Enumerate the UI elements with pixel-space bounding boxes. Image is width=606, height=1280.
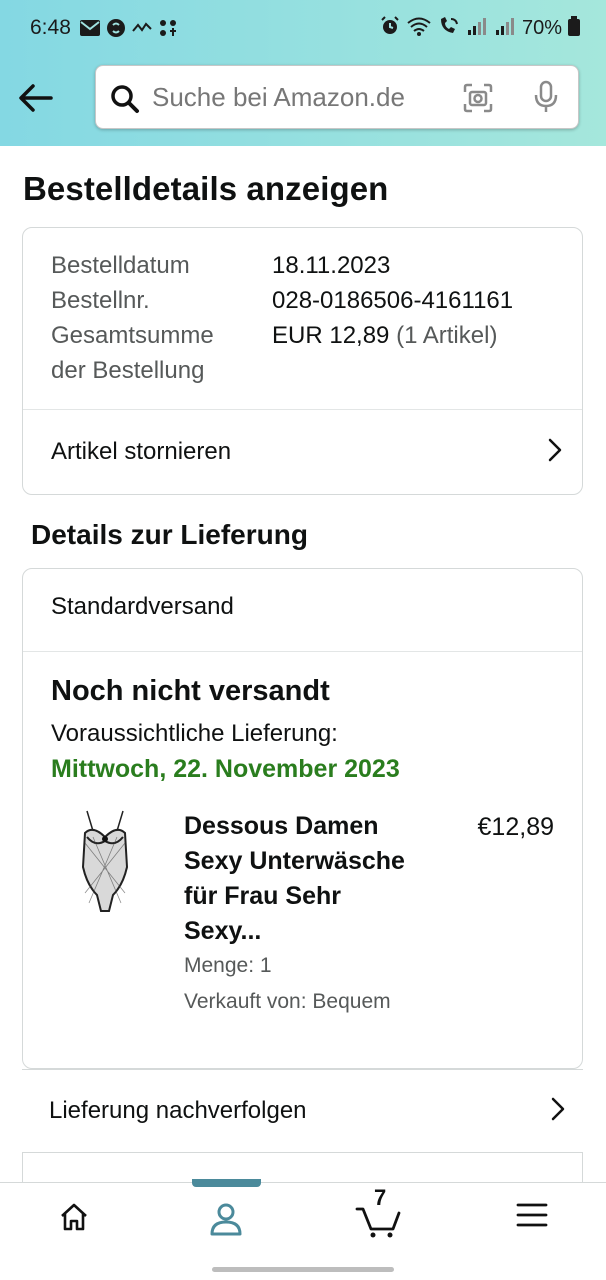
product-title-link[interactable]: Dessous Damen Sexy Unterwäsche für Frau … [184, 809, 424, 949]
battery-icon [568, 16, 580, 41]
nav-menu[interactable] [502, 1201, 562, 1241]
next-row-peek [22, 1153, 583, 1183]
shipping-method: Standardversand [51, 593, 234, 620]
apps-dots-icon [158, 18, 178, 43]
chevron-right-icon [548, 438, 562, 467]
order-total-value: EUR 12,89 (1 Artikel) [272, 318, 497, 353]
mail-icon [80, 20, 100, 41]
order-date-label: Bestelldatum [51, 252, 190, 279]
cart-count-badge: 7 [374, 1185, 387, 1210]
order-number-value: 028-0186506-4161161 [272, 287, 514, 314]
app-header: 6:48 70% Suche bei Amazon.de [0, 0, 606, 146]
cancel-items-link[interactable]: Artikel stornieren [23, 410, 582, 494]
microphone-icon[interactable] [532, 80, 560, 119]
arrow-left-icon [19, 84, 53, 112]
signal-icon [466, 16, 488, 41]
cancel-items-label: Artikel stornieren [51, 438, 232, 465]
home-indicator[interactable] [212, 1267, 394, 1272]
product-quantity: Menge: 1 [184, 954, 272, 977]
status-time: 6:48 [30, 16, 71, 39]
order-date-value: 18.11.2023 [272, 252, 391, 279]
alarm-icon [380, 16, 400, 41]
order-item-count: (1 Artikel) [396, 322, 498, 349]
track-delivery-label: Lieferung nachverfolgen [49, 1097, 307, 1124]
product-price: €12,89 [477, 813, 554, 841]
shazam-icon [106, 18, 126, 43]
active-tab-indicator [192, 1179, 261, 1187]
home-icon [61, 1203, 87, 1231]
order-summary-card: Bestelldatum 18.11.2023 Bestellnr. 028-0… [22, 227, 583, 495]
delivery-card: Standardversand Noch nicht versandt Vora… [22, 568, 583, 1069]
search-input[interactable] [152, 78, 442, 116]
menu-icon [516, 1203, 548, 1227]
page-title: Bestelldetails anzeigen [23, 170, 389, 207]
status-bar: 6:48 70% [0, 0, 606, 60]
search-bar[interactable] [95, 65, 579, 129]
camera-search-icon[interactable] [462, 82, 494, 119]
battery-percent: 70% [521, 17, 562, 39]
order-total-label-line2: der Bestellung [51, 357, 205, 384]
nav-home[interactable] [44, 1201, 104, 1241]
nav-account[interactable] [196, 1201, 256, 1241]
eta-label: Voraussichtliche Lieferung: [51, 720, 338, 747]
chevron-right-icon [551, 1097, 565, 1126]
order-total-label-line1: Gesamtsumme [51, 322, 214, 349]
wifi-icon [406, 16, 432, 41]
product-thumbnail[interactable] [73, 807, 137, 917]
product-seller: Verkauft von: Bequem [184, 990, 391, 1013]
track-delivery-link[interactable]: Lieferung nachverfolgen [22, 1069, 583, 1153]
activity-icon [132, 21, 152, 40]
delivery-section-title: Details zur Lieferung [31, 519, 308, 550]
account-icon [210, 1203, 242, 1236]
eta-date: Mittwoch, 22. November 2023 [51, 755, 400, 783]
order-total-amount: EUR 12,89 [272, 322, 390, 349]
shipment-status: Noch nicht versandt [51, 675, 330, 707]
order-number-label: Bestellnr. [51, 287, 150, 314]
wifi-call-icon [438, 16, 460, 41]
bottom-nav: 7 [0, 1179, 606, 1280]
back-button[interactable] [16, 80, 56, 116]
search-icon [110, 84, 140, 119]
divider [23, 651, 582, 652]
signal-2-icon [494, 16, 516, 41]
